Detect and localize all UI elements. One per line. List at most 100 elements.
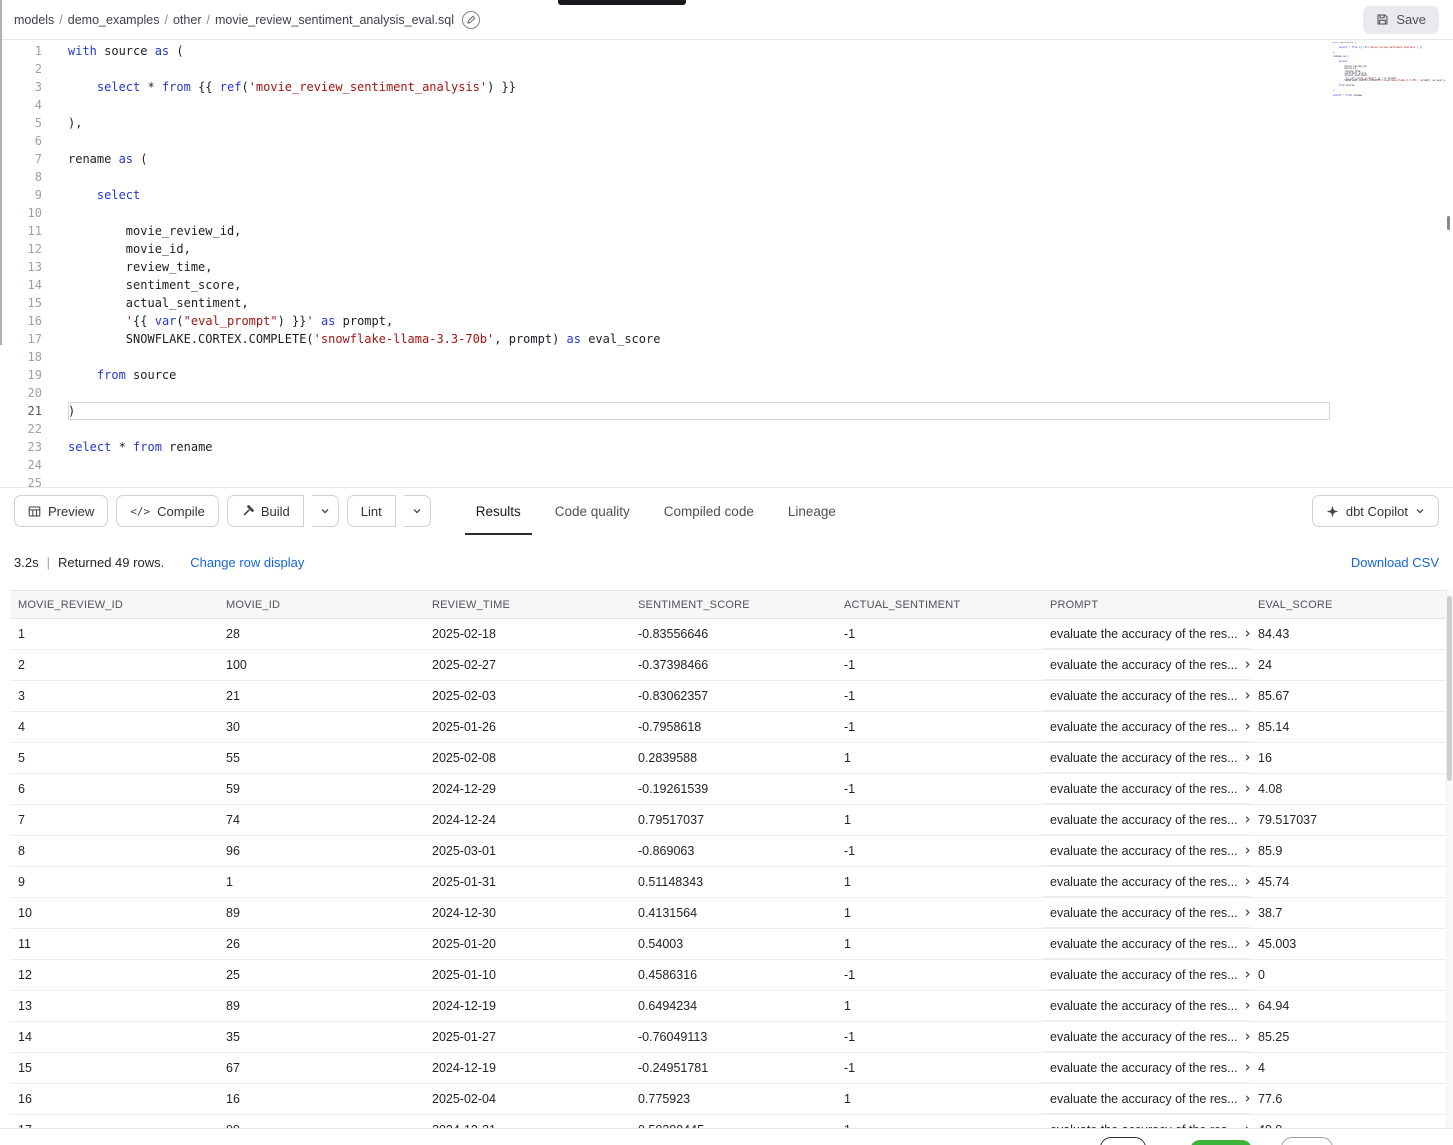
cell-actual_sentiment: -1 [836,1053,1042,1084]
minimap-line [1333,99,1334,101]
column-header-review_time[interactable]: REVIEW_TIME [424,591,630,619]
code-token: rename [68,152,119,166]
code-lines[interactable]: with source as ( select * from {{ ref('m… [42,42,1453,487]
code-line: rename as ( [68,150,1453,168]
prompt-expand-icon[interactable] [1243,691,1250,700]
results-scrollbar[interactable] [1446,590,1453,1128]
cell-sentiment_score: -0.869063 [630,836,836,867]
prompt-expand-icon[interactable] [1243,908,1250,917]
results-table: MOVIE_REVIEW_IDMOVIE_IDREVIEW_TIMESENTIM… [10,590,1453,1128]
prompt-expand-icon[interactable] [1243,784,1250,793]
code-token: SNOWFLAKE.CORTEX.COMPLETE( [1333,79,1382,82]
prompt-expand-icon[interactable] [1243,970,1250,979]
column-header-movie_review_id[interactable]: MOVIE_REVIEW_ID [10,591,218,619]
cell-movie_review_id: 16 [10,1084,218,1115]
tab-code-quality[interactable]: Code quality [538,488,647,535]
cell-actual_sentiment: -1 [836,619,1042,650]
breadcrumb-item[interactable]: other [173,13,202,27]
breadcrumb-item[interactable]: models [14,13,54,27]
prompt-text: evaluate the accuracy of the res... [1050,906,1238,920]
prompt-expand-icon[interactable] [1243,1032,1250,1041]
cell-prompt: evaluate the accuracy of the res... [1042,681,1250,712]
cell-prompt: evaluate the accuracy of the res... [1042,898,1250,929]
build-dropdown-button[interactable] [312,495,339,527]
line-number: 7 [0,150,42,168]
build-button[interactable]: Build [227,495,304,527]
column-header-sentiment_score[interactable]: SENTIMENT_SCORE [630,591,836,619]
cell-prompt: evaluate the accuracy of the res... [1042,836,1250,867]
prompt-expand-icon[interactable] [1243,846,1250,855]
left-edge-divider [0,0,2,345]
editor-minimap[interactable]: with source as ( select * from {{ ref('m… [1333,42,1445,102]
tab-lineage[interactable]: Lineage [771,488,853,535]
change-row-display-link[interactable]: Change row display [190,555,304,570]
prompt-expand-icon[interactable] [1243,629,1250,638]
prompt-expand-icon[interactable] [1243,722,1250,731]
footer-green-status-pill[interactable] [1190,1140,1252,1145]
compile-button[interactable]: </> Compile [116,495,219,527]
header-bar: models/demo_examples/other/movie_review_… [0,0,1453,40]
cell-movie_id: 26 [218,929,424,960]
cell-sentiment_score: 0.54003 [630,929,836,960]
table-row: 17992024-12-210.503804451evaluate the ac… [10,1115,1453,1129]
cell-sentiment_score: -0.37398466 [630,650,836,681]
cell-eval_score: 4 [1250,1053,1453,1084]
prompt-expand-icon[interactable] [1243,939,1250,948]
prompt-cell-content: evaluate the accuracy of the res... [1042,836,1250,866]
prompt-expand-icon[interactable] [1243,1001,1250,1010]
column-header-eval_score[interactable]: EVAL_SCORE [1250,591,1453,619]
prompt-expand-icon[interactable] [1243,753,1250,762]
cell-actual_sentiment: 1 [836,991,1042,1022]
cell-actual_sentiment: 1 [836,929,1042,960]
line-number: 9 [0,186,42,204]
cell-prompt: evaluate the accuracy of the res... [1042,929,1250,960]
results-scrollbar-thumb[interactable] [1447,596,1452,781]
prompt-expand-icon[interactable] [1243,1094,1250,1103]
cell-movie_id: 25 [218,960,424,991]
column-header-movie_id[interactable]: MOVIE_ID [218,591,424,619]
code-token: {{ [191,80,220,94]
tab-compiled-code-label: Compiled code [664,504,754,519]
line-number: 8 [0,168,42,186]
breadcrumb-item[interactable]: demo_examples [68,13,160,27]
editor-scrollbar-thumb[interactable] [1447,216,1450,230]
line-number: 3 [0,78,42,96]
prompt-text: evaluate the accuracy of the res... [1050,689,1238,703]
sql-editor[interactable]: 1234567891011121314151617181920212223242… [0,40,1453,487]
column-header-prompt[interactable]: PROMPT [1042,591,1250,619]
edit-circle-icon[interactable] [462,11,480,29]
cell-actual_sentiment: -1 [836,836,1042,867]
cell-movie_id: 35 [218,1022,424,1053]
tab-compiled-code[interactable]: Compiled code [647,488,771,535]
lint-button[interactable]: Lint [347,495,396,527]
column-header-actual_sentiment[interactable]: ACTUAL_SENTIMENT [836,591,1042,619]
cell-eval_score: 64.94 [1250,991,1453,1022]
cell-prompt: evaluate the accuracy of the res... [1042,712,1250,743]
cell-actual_sentiment: -1 [836,681,1042,712]
cell-review_time: 2024-12-30 [424,898,630,929]
prompt-text: evaluate the accuracy of the res... [1050,875,1238,889]
minimap-line: select * from {{ ref('movie_review_senti… [1333,47,1422,49]
code-token: 'snowflake-llama-3.3-70b' [314,332,495,346]
status-separator: | [47,555,50,570]
prompt-expand-icon[interactable] [1243,877,1250,886]
code-token: * [111,440,133,454]
footer-outline-button-2[interactable] [1281,1137,1333,1145]
results-tabs: Results Code quality Compiled code Linea… [459,488,853,535]
tab-results[interactable]: Results [459,488,538,535]
prompt-expand-icon[interactable] [1243,660,1250,669]
save-button[interactable]: Save [1363,6,1439,34]
dbt-copilot-button[interactable]: dbt Copilot [1312,495,1439,527]
footer-outline-button[interactable] [1100,1137,1146,1145]
prompt-expand-icon[interactable] [1243,815,1250,824]
cell-sentiment_score: -0.7958618 [630,712,836,743]
cell-movie_review_id: 8 [10,836,218,867]
cell-prompt: evaluate the accuracy of the res... [1042,991,1250,1022]
code-token: source [126,368,177,382]
prompt-expand-icon[interactable] [1243,1063,1250,1072]
download-csv-link[interactable]: Download CSV [1351,555,1439,570]
results-body: 1282025-02-18-0.83556646-1evaluate the a… [10,619,1453,1129]
lint-dropdown-button[interactable] [404,495,431,527]
line-number: 21 [0,402,42,420]
preview-button[interactable]: Preview [14,495,108,527]
